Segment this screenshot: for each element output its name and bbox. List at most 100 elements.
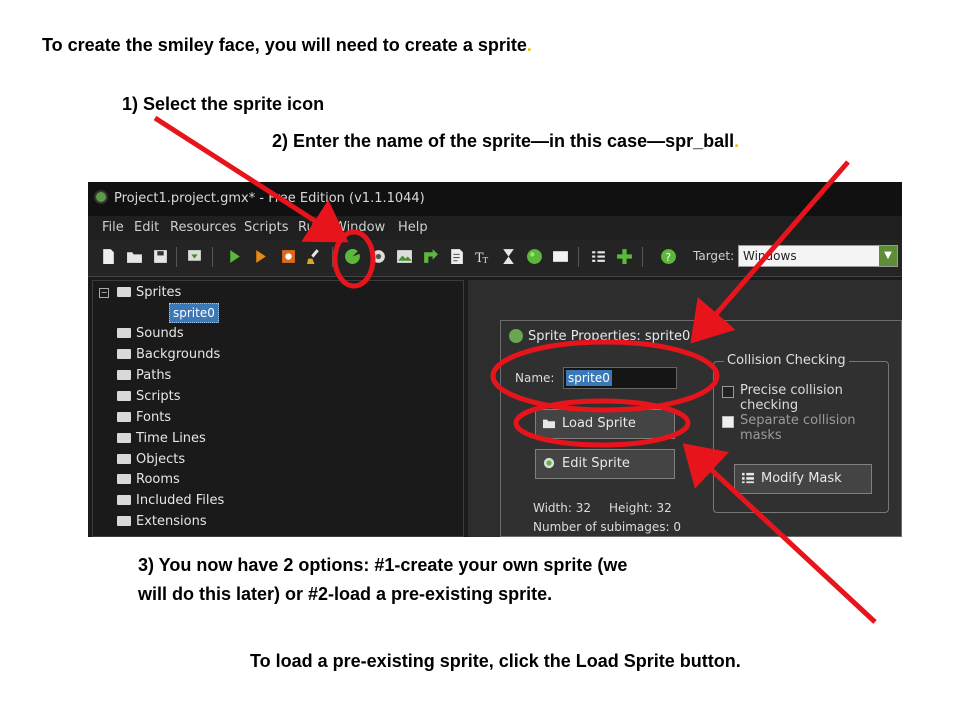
workspace-pane: Sprite Properties: sprite0 Name: sprite0… (468, 280, 902, 537)
new-icon[interactable] (100, 248, 117, 265)
step3-caption-line1: 3) You now have 2 options: #1-create you… (138, 555, 628, 575)
menu-bar: File Edit Resources Scripts Run Window H… (88, 216, 902, 240)
tree-node-label: Objects (136, 452, 186, 467)
ide-screenshot: Project1.project.gmx* - Free Edition (v1… (88, 182, 902, 537)
sprite-properties-dialog: Sprite Properties: sprite0 Name: sprite0… (500, 320, 902, 537)
settings-icon[interactable] (590, 248, 607, 265)
tree-node-backgrounds[interactable]: Backgrounds (99, 345, 220, 365)
menu-scripts[interactable]: Scripts (244, 220, 288, 235)
sprite-icon[interactable] (344, 248, 361, 265)
resource-tree: − Sprites sprite0 Sounds Backgrounds Path… (92, 280, 464, 537)
menu-run[interactable]: Run (298, 220, 323, 235)
menu-window[interactable]: Window (334, 220, 385, 235)
svg-text:?: ? (665, 251, 671, 264)
tree-node-label: Extensions (136, 514, 207, 529)
menu-edit[interactable]: Edit (134, 220, 159, 235)
background-icon[interactable] (396, 248, 413, 265)
sprite-name-input[interactable]: sprite0 (563, 367, 677, 389)
toolbar: TT ? Target: Windows ▼ (88, 240, 902, 277)
app-logo-icon (94, 190, 108, 204)
target-value: Windows (743, 249, 797, 263)
folder-icon (117, 370, 131, 380)
tree-node-extensions[interactable]: Extensions (99, 512, 207, 532)
svg-text:T: T (483, 256, 489, 265)
save-icon[interactable] (152, 248, 169, 265)
timeline-icon[interactable] (500, 248, 517, 265)
tree-node-label: Paths (136, 368, 172, 383)
menu-help[interactable]: Help (398, 220, 428, 235)
folder-icon (117, 391, 131, 401)
export-icon[interactable] (186, 248, 203, 265)
tree-node-sprite0[interactable]: sprite0 (169, 303, 219, 323)
tree-node-paths[interactable]: Paths (99, 366, 171, 386)
height-label: Height: 32 (609, 501, 672, 515)
step3-caption-line2: will do this later) or #2-load a pre-exi… (138, 584, 553, 604)
subimages-label: Number of subimages: 0 (533, 520, 681, 534)
step2-caption: 2) Enter the name of the sprite—in this … (272, 131, 740, 151)
menu-resources[interactable]: Resources (170, 220, 236, 235)
stop-icon[interactable] (280, 248, 297, 265)
folder-icon (117, 474, 131, 484)
debug-icon[interactable] (252, 248, 269, 265)
folder-icon (117, 433, 131, 443)
folder-icon (117, 328, 131, 338)
tree-node-label: Sounds (136, 326, 184, 341)
tree-node-label: Time Lines (136, 431, 206, 446)
object-icon[interactable] (526, 248, 543, 265)
load-sprite-button[interactable]: Load Sprite (535, 409, 675, 439)
folder-icon (117, 454, 131, 464)
toolbar-separator (332, 247, 333, 267)
dialog-titlebar: Sprite Properties: sprite0 (501, 321, 901, 351)
name-label: Name: (515, 371, 555, 385)
sound-icon[interactable] (370, 248, 387, 265)
add-icon[interactable] (616, 248, 633, 265)
collapse-icon[interactable]: − (99, 288, 109, 298)
mask-list-icon (742, 472, 754, 484)
toolbar-separator (176, 247, 177, 267)
separate-masks-checkbox[interactable] (722, 416, 734, 428)
final-caption: To load a pre-existing sprite, click the… (250, 651, 741, 671)
intro-caption: To create the smiley face, you will need… (42, 35, 532, 55)
tree-node-scripts[interactable]: Scripts (99, 387, 180, 407)
tree-node-sounds[interactable]: Sounds (99, 324, 184, 344)
window-title: Project1.project.gmx* - Free Edition (v1… (114, 191, 425, 206)
tree-node-label: Sprites (136, 285, 182, 300)
precise-collision-checkbox[interactable] (722, 386, 734, 398)
chevron-down-icon[interactable]: ▼ (879, 246, 897, 266)
open-icon[interactable] (126, 248, 143, 265)
target-select[interactable]: Windows ▼ (738, 245, 898, 267)
edit-sprite-icon (543, 457, 555, 469)
edit-sprite-button[interactable]: Edit Sprite (535, 449, 675, 479)
tree-node-objects[interactable]: Objects (99, 450, 185, 470)
step1-caption: 1) Select the sprite icon (122, 94, 325, 114)
script-icon[interactable] (448, 248, 465, 265)
app-logo-icon (509, 329, 523, 343)
room-icon[interactable] (552, 248, 569, 265)
tree-node-label: Fonts (136, 410, 172, 425)
tree-node-rooms[interactable]: Rooms (99, 470, 180, 490)
clean-icon[interactable] (306, 248, 323, 265)
font-icon[interactable]: TT (474, 248, 491, 265)
help-icon[interactable]: ? (660, 248, 677, 265)
tree-node-included-files[interactable]: Included Files (99, 491, 224, 511)
tree-node-label: Backgrounds (136, 347, 221, 362)
precise-collision-label: Precise collision checking (740, 383, 843, 413)
menu-file[interactable]: File (102, 220, 124, 235)
path-icon[interactable] (422, 248, 439, 265)
window-titlebar: Project1.project.gmx* - Free Edition (v1… (88, 182, 902, 216)
tree-node-time-lines[interactable]: Time Lines (99, 429, 206, 449)
modify-mask-button[interactable]: Modify Mask (734, 464, 872, 494)
tree-node-label: Scripts (136, 389, 181, 404)
width-label: Width: 32 (533, 501, 591, 515)
folder-open-icon (117, 287, 131, 297)
tree-node-sprites[interactable]: − Sprites (99, 283, 181, 303)
tree-node-label: Included Files (136, 493, 225, 508)
sprite-name-value: sprite0 (566, 370, 612, 386)
collision-checking-group: Collision Checking Precise collision che… (713, 353, 889, 513)
toolbar-separator (642, 247, 643, 267)
edit-sprite-label: Edit Sprite (562, 456, 630, 471)
target-label: Target: (693, 249, 735, 263)
folder-icon (117, 349, 131, 359)
run-icon[interactable] (226, 248, 243, 265)
tree-node-fonts[interactable]: Fonts (99, 408, 171, 428)
